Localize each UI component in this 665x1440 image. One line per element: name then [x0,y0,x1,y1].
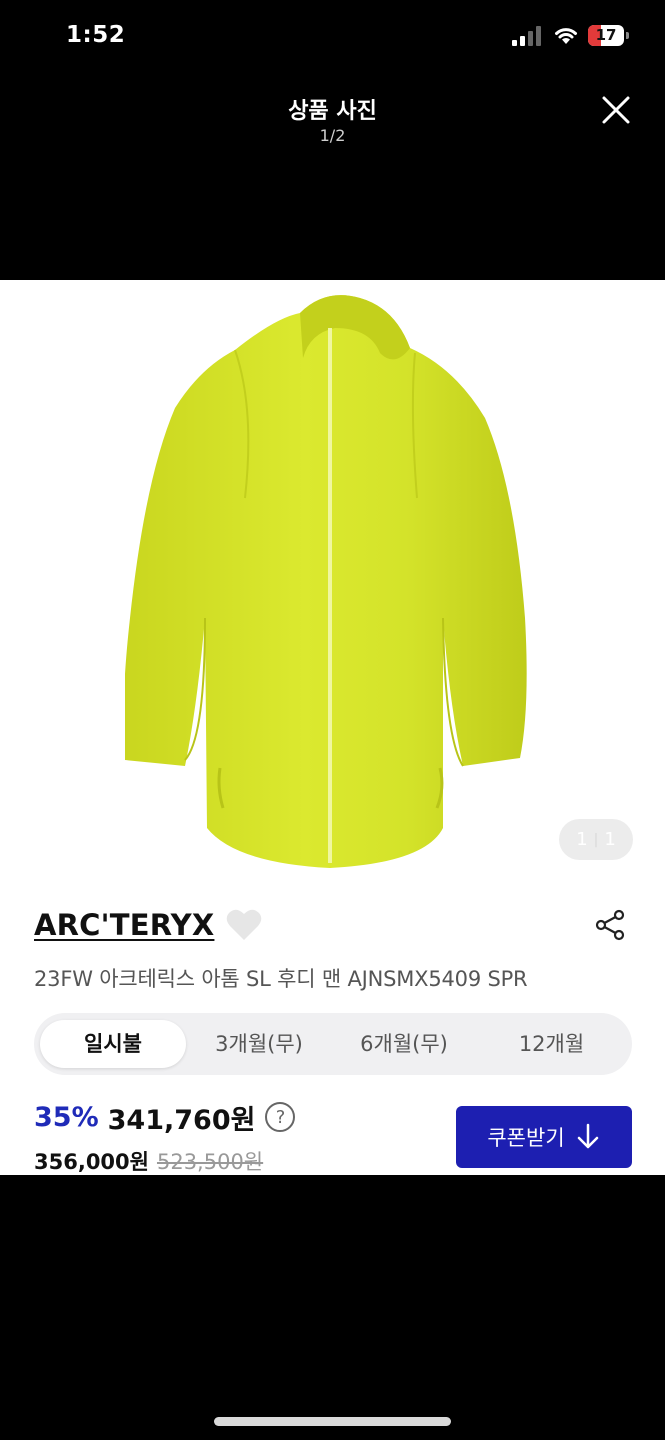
cellular-signal-icon [512,26,542,46]
coupon-download-button[interactable]: 쿠폰받기 [456,1106,632,1168]
image-counter-current: 1 [576,829,588,850]
price-row: 35% 341,760원 ? [34,1097,296,1137]
discount-rate: 35% [34,1101,99,1133]
coupon-button-label: 쿠폰받기 [487,1126,565,1150]
tab-6-months[interactable]: 6개월(무) [339,1020,469,1068]
share-icon[interactable] [594,908,626,942]
brand-link[interactable]: ARC'TERYX [34,908,214,942]
product-name: 23FW 아크테릭스 아톰 SL 후디 맨 AJNSMX5409 SPR [34,967,528,991]
viewer-title: 상품 사진 [288,99,377,124]
image-counter: 1 | 1 [559,819,633,860]
battery-level: 17 [595,26,617,44]
viewer-page-counter: 1/2 [319,126,346,145]
original-price: 523,500원 [156,1150,264,1174]
tab-lump-sum[interactable]: 일시불 [40,1020,186,1068]
tab-12-months[interactable]: 12개월 [489,1020,614,1068]
product-image[interactable] [125,288,540,873]
product-card: 1 | 1 ARC'TERYX 23FW 아크테릭스 아톰 SL 후디 맨 AJ… [0,280,665,1175]
status-bar: 1:52 17 [0,0,665,72]
tab-3-months[interactable]: 3개월(무) [194,1020,324,1068]
wifi-icon [555,28,577,44]
close-icon[interactable] [596,90,636,130]
status-time: 1:52 [66,22,126,48]
home-indicator[interactable] [214,1417,451,1426]
battery-icon: 17 [588,25,624,46]
base-price: 356,000원 [34,1150,149,1174]
base-price-row: 356,000원 523,500원 [34,1146,263,1175]
sale-price: 341,760원 [107,1104,256,1136]
help-icon[interactable]: ? [265,1102,296,1132]
heart-icon[interactable] [224,907,264,943]
download-arrow-icon [577,1123,598,1149]
image-counter-total: 1 [604,829,616,850]
installment-tabs: 일시불 3개월(무) 6개월(무) 12개월 [34,1013,632,1075]
